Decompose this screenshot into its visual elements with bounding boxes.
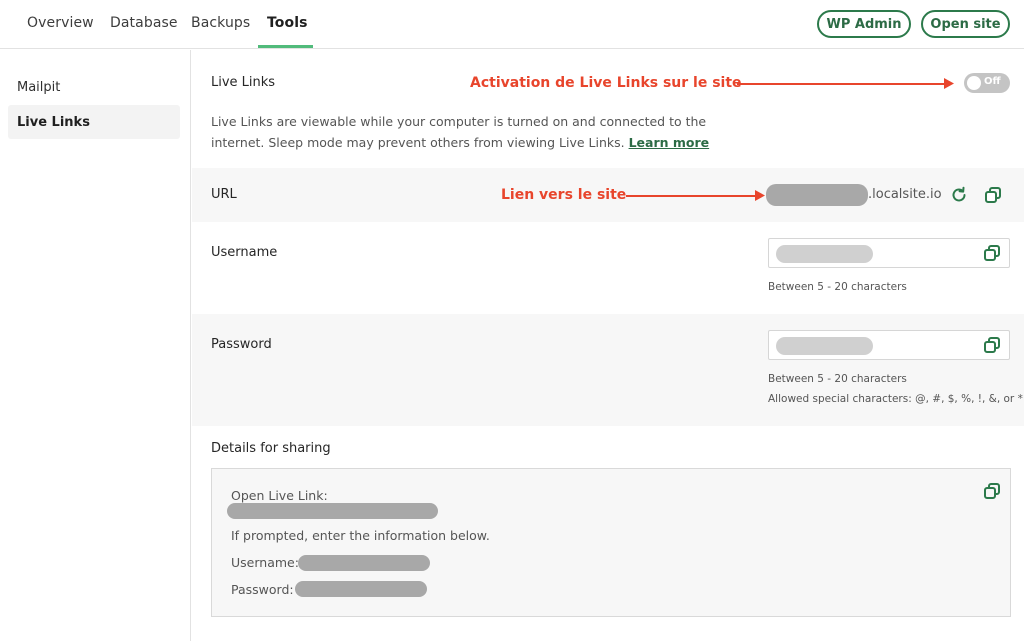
redacted-subdomain [766,184,868,206]
sidebar-item-live-links[interactable]: Live Links [8,105,180,139]
prompt-text: If prompted, enter the information below… [231,528,490,543]
tab-backups[interactable]: Backups [191,15,250,31]
top-navigation: Overview Database Backups Tools WP Admin… [0,0,1024,49]
open-site-button[interactable]: Open site [921,10,1010,38]
live-links-toggle[interactable]: Off [964,73,1010,93]
redacted-share-password [295,581,427,597]
url-domain-suffix: .localsite.io [868,187,942,202]
open-live-link-label: Open Live Link: [231,488,328,503]
annotation-link-arrowhead [755,190,765,201]
annotation-link-arrow-line [626,195,758,197]
active-tab-indicator [258,45,313,48]
username-label: Username [211,245,278,260]
sharing-title: Details for sharing [211,441,331,456]
wp-admin-button[interactable]: WP Admin [817,10,911,38]
toggle-knob [967,76,981,90]
tab-tools[interactable]: Tools [267,15,308,31]
learn-more-link[interactable]: Learn more [629,135,710,150]
refresh-icon[interactable] [950,186,968,204]
annotation-link: Lien vers le site [501,187,627,203]
copy-url-icon[interactable] [984,186,1002,204]
live-links-description: Live Links are viewable while your compu… [211,111,711,153]
password-hint-length: Between 5 - 20 characters [768,373,907,385]
share-password-label: Password: [231,582,294,597]
redacted-live-link [227,503,438,519]
annotation-arrow-line [737,83,947,85]
annotation-activation: Activation de Live Links sur le site [470,75,742,91]
copy-username-icon[interactable] [983,244,1001,262]
url-label: URL [211,187,237,202]
share-username-label: Username: [231,555,299,570]
redacted-share-username [298,555,430,571]
password-label: Password [211,337,272,352]
password-field[interactable] [768,330,1010,360]
password-hint-special: Allowed special characters: @, #, $, %, … [768,393,1023,405]
live-links-title: Live Links [211,75,276,90]
username-field[interactable] [768,238,1010,268]
toggle-state-label: Off [984,76,1001,87]
sharing-details-box[interactable]: Open Live Link: If prompted, enter the i… [211,468,1011,617]
tab-overview[interactable]: Overview [27,15,94,31]
redacted-username [776,245,873,263]
annotation-arrowhead [944,78,954,89]
sidebar: Mailpit Live Links [0,50,191,641]
username-hint: Between 5 - 20 characters [768,281,907,293]
redacted-password [776,337,873,355]
sidebar-item-mailpit[interactable]: Mailpit [8,70,180,104]
main-content: Live Links Activation de Live Links sur … [192,50,1024,641]
copy-details-icon[interactable] [983,482,1001,500]
tab-database[interactable]: Database [110,15,178,31]
copy-password-icon[interactable] [983,336,1001,354]
